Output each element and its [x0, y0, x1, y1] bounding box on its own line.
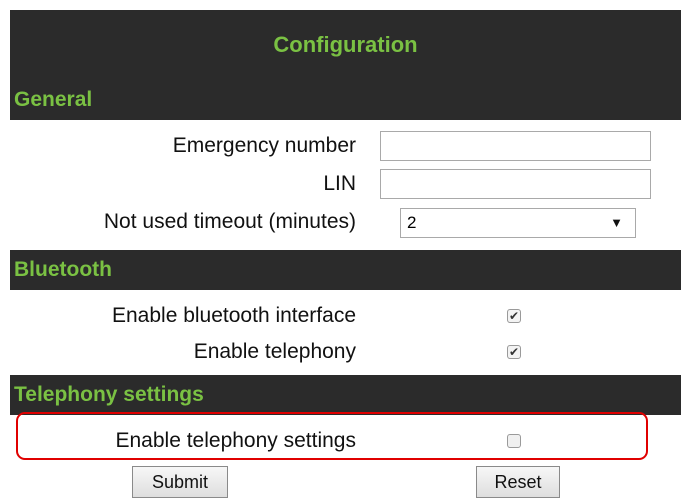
configuration-panel: Configuration General Emergency number L…: [10, 10, 681, 504]
section-header-telephony-settings: Telephony settings: [10, 375, 681, 415]
dropdown-arrow-icon: ▼: [610, 215, 623, 230]
lin-input[interactable]: [380, 169, 651, 199]
highlight-annotation: [16, 412, 648, 460]
page-title: Configuration: [10, 10, 681, 80]
timeout-select-value: 2: [407, 213, 417, 232]
reset-button[interactable]: Reset: [476, 466, 560, 498]
enable-bluetooth-interface-label: Enable bluetooth interface: [111, 304, 356, 327]
emergency-number-label: Emergency number: [172, 134, 356, 157]
timeout-label: Not used timeout (minutes): [103, 210, 356, 233]
enable-bluetooth-interface-checkbox[interactable]: ✔: [507, 309, 521, 323]
timeout-select[interactable]: 2 ▼: [400, 208, 636, 238]
lin-label: LIN: [323, 172, 356, 195]
section-header-bluetooth: Bluetooth: [10, 250, 681, 290]
checkmark-icon: ✔: [508, 309, 520, 323]
checkmark-icon: ✔: [508, 345, 520, 359]
emergency-number-input[interactable]: [380, 131, 651, 161]
enable-telephony-label: Enable telephony: [193, 340, 356, 363]
section-header-general: General: [10, 80, 681, 120]
submit-button[interactable]: Submit: [132, 466, 228, 498]
enable-telephony-checkbox[interactable]: ✔: [507, 345, 521, 359]
